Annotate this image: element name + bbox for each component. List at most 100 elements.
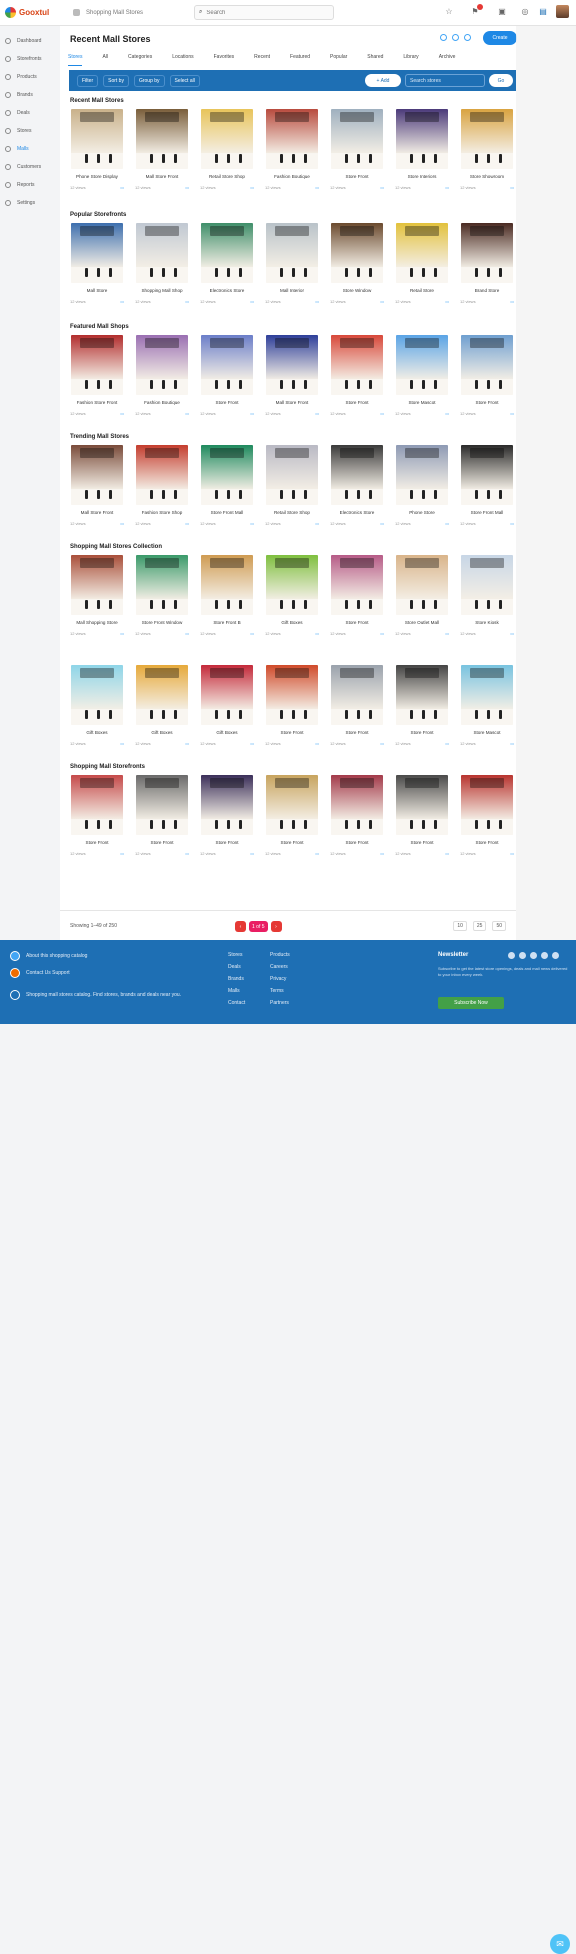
bookmark-icon[interactable]: ▭ [510,631,514,636]
store-thumbnail[interactable] [331,109,383,169]
bookmark-icon[interactable]: ▭ [380,521,384,526]
store-thumbnail[interactable] [331,775,383,835]
store-card[interactable]: Store Front 12 views ▭ [395,775,460,867]
store-thumbnail[interactable] [396,555,448,615]
bookmark-icon[interactable]: ▭ [120,411,124,416]
store-card[interactable]: Store Front Window 12 views ▭ [135,555,200,647]
bookmark-icon[interactable]: ▭ [315,741,319,746]
store-card[interactable]: Phone Store 12 views ▭ [395,445,460,537]
store-thumbnail[interactable] [396,223,448,283]
apps-icon[interactable]: ▤ [538,7,548,17]
store-card[interactable]: Store Mascot 12 views ▭ [395,335,460,427]
tab-all[interactable]: All [102,54,108,66]
footer-about[interactable]: About this shopping catalog [26,953,87,959]
bookmark-icon[interactable]: ▭ [185,741,189,746]
store-thumbnail[interactable] [331,223,383,283]
twitter-icon[interactable] [519,952,526,959]
bookmark-icon[interactable]: ▭ [315,631,319,636]
bookmark-icon[interactable]: ▭ [120,851,124,856]
store-card[interactable]: Mall Store 12 views ▭ [70,223,135,315]
bookmark-icon[interactable]: ▭ [445,851,449,856]
bookmark-icon[interactable]: ▭ [510,411,514,416]
bookmark-icon[interactable]: ▭ [510,185,514,190]
grid-icon[interactable] [73,9,80,16]
bookmark-icon[interactable]: ▭ [510,521,514,526]
linkedin-icon[interactable] [552,952,559,959]
store-card[interactable]: Store Front 12 views ▭ [265,665,330,757]
store-thumbnail[interactable] [201,335,253,395]
store-thumbnail[interactable] [201,109,253,169]
store-card[interactable]: Store Interiors 12 views ▭ [395,109,460,201]
tab-featured[interactable]: Featured [290,54,310,66]
bookmark-icon[interactable]: ▭ [120,631,124,636]
bookmark-icon[interactable]: ▭ [315,851,319,856]
store-card[interactable]: Store Front 12 views ▭ [200,775,265,867]
info-icon[interactable] [464,34,471,41]
subscribe-button[interactable]: Subscribe Now [438,997,504,1009]
bookmark-icon[interactable]: ▭ [445,185,449,190]
create-button[interactable]: Create [483,31,517,45]
bookmark-icon[interactable]: ▭ [185,521,189,526]
store-thumbnail[interactable] [136,775,188,835]
store-thumbnail[interactable] [201,665,253,725]
store-card[interactable]: Fashion Store Shop 12 views ▭ [135,445,200,537]
bookmark-icon[interactable]: ▭ [445,299,449,304]
store-thumbnail[interactable] [266,775,318,835]
store-thumbnail[interactable] [396,335,448,395]
page-size-25[interactable]: 25 [472,921,487,931]
store-card[interactable]: Mall Store Front 12 views ▭ [135,109,200,201]
settings-icon[interactable]: ◎ [520,7,530,17]
bookmark-icon[interactable]: ▭ [185,631,189,636]
store-thumbnail[interactable] [266,665,318,725]
store-thumbnail[interactable] [201,775,253,835]
bookmark-icon[interactable]: ▭ [250,299,254,304]
bookmark-icon[interactable]: ▭ [250,741,254,746]
store-card[interactable]: Retail Store Shop 12 views ▭ [265,445,330,537]
page-indicator[interactable]: 1 of 5 [249,921,268,932]
tab-locations[interactable]: Locations [172,54,193,66]
go-button[interactable]: Go [489,74,513,87]
store-thumbnail[interactable] [136,445,188,505]
tab-categories[interactable]: Categories [128,54,152,66]
refresh-icon[interactable] [440,34,447,41]
bookmark-icon[interactable]: ▭ [315,299,319,304]
bookmark-icon[interactable]: ▭ [120,185,124,190]
store-thumbnail[interactable] [266,445,318,505]
store-thumbnail[interactable] [266,223,318,283]
store-thumbnail[interactable] [396,665,448,725]
bookmark-icon[interactable]: ▭ [185,185,189,190]
store-thumbnail[interactable] [71,555,123,615]
search-box[interactable]: ⌕ [194,5,334,20]
store-card[interactable]: Shopping Mall Shop 12 views ▭ [135,223,200,315]
store-thumbnail[interactable] [461,335,513,395]
store-thumbnail[interactable] [331,445,383,505]
store-thumbnail[interactable] [396,109,448,169]
avatar[interactable] [556,5,569,18]
next-page-button[interactable]: › [270,921,282,932]
store-card[interactable]: Mall Interior 12 views ▭ [265,223,330,315]
store-card[interactable]: Store Front 12 views ▭ [330,335,395,427]
sidebar-item-malls[interactable]: Malls [0,140,58,158]
tab-library[interactable]: Library [403,54,418,66]
footer-link[interactable]: Brands [228,976,245,982]
store-card[interactable]: Gift Boxes 12 views ▭ [265,555,330,647]
select-all-button[interactable]: Select all [169,74,200,87]
store-card[interactable]: Gift Boxes 12 views ▭ [70,665,135,757]
search-input[interactable] [206,9,317,16]
store-card[interactable]: Store Front 12 views ▭ [330,665,395,757]
store-card[interactable]: Store Window 12 views ▭ [330,223,395,315]
store-thumbnail[interactable] [136,665,188,725]
tab-archive[interactable]: Archive [439,54,456,66]
store-card[interactable]: Mall Shopping Store 12 views ▭ [70,555,135,647]
tab-favorites[interactable]: Favorites [214,54,235,66]
bookmark-icon[interactable]: ▭ [120,741,124,746]
bookmark-icon[interactable]: ▭ [120,299,124,304]
sidebar-item-dashboard[interactable]: Dashboard [0,32,58,50]
store-thumbnail[interactable] [461,775,513,835]
youtube-icon[interactable] [541,952,548,959]
footer-link[interactable]: Privacy [270,976,290,982]
store-thumbnail[interactable] [201,223,253,283]
bookmark-icon[interactable]: ▭ [445,521,449,526]
store-thumbnail[interactable] [331,555,383,615]
page-size-50[interactable]: 50 [492,921,506,931]
